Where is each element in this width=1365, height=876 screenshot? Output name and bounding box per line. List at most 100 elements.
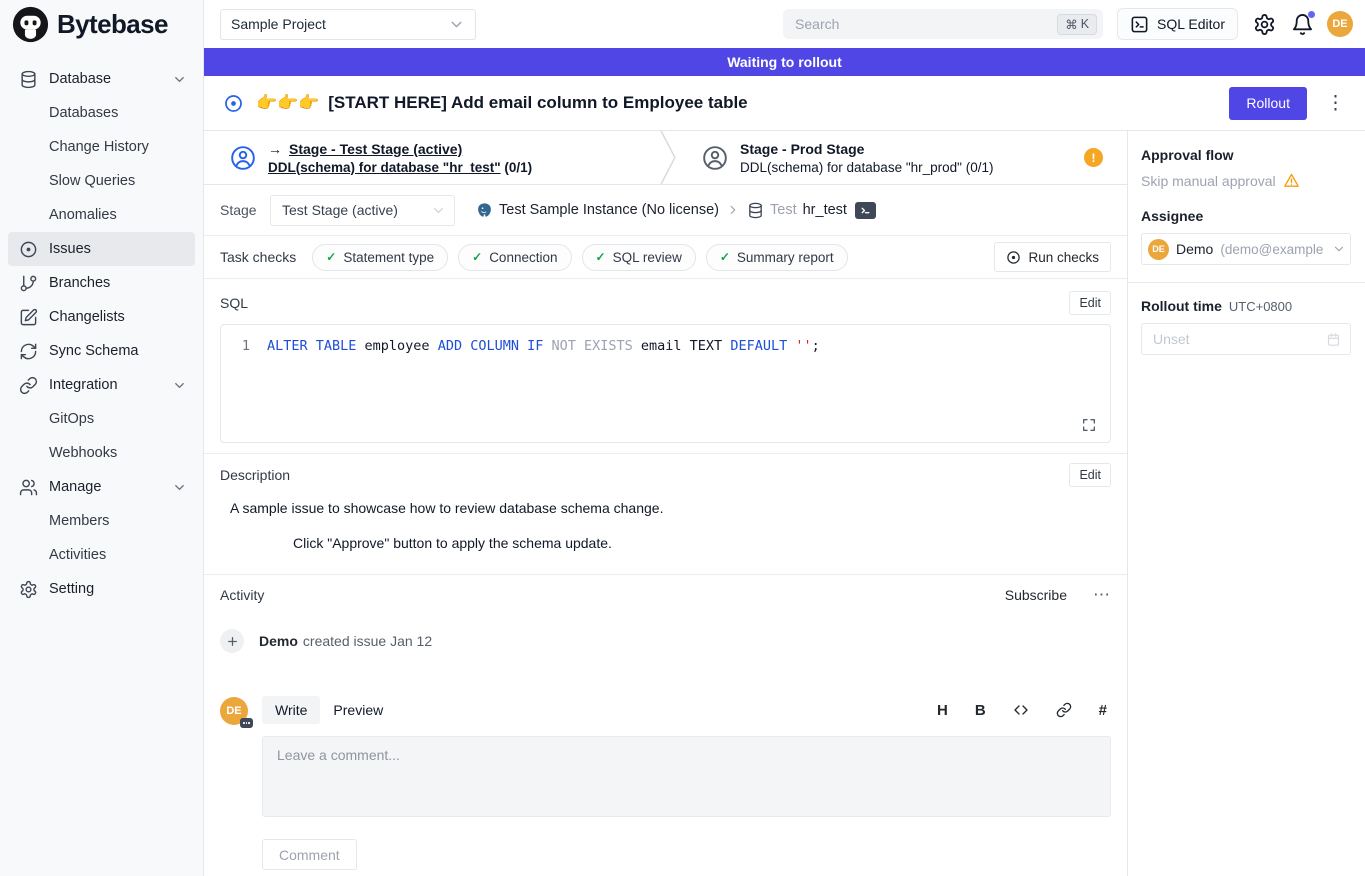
more-horizontal-icon[interactable]: ⋯ — [1093, 585, 1111, 605]
check-pass-icon: ✓ — [326, 250, 336, 264]
comment-submit-button[interactable]: Comment — [262, 839, 357, 870]
more-vertical-icon[interactable]: ⋮ — [1326, 94, 1345, 113]
sql-code-editor[interactable]: 1ALTER TABLE employee ADD COLUMN IF NOT … — [220, 324, 1111, 443]
settings-gear-button[interactable] — [1253, 13, 1276, 36]
stage-user-icon — [702, 145, 728, 171]
brand-logo[interactable]: Bytebase — [0, 0, 203, 48]
assignee-select[interactable]: DE Demo (demo@example — [1141, 233, 1351, 265]
stage-select[interactable]: Test Stage (active) — [270, 195, 455, 226]
project-selector[interactable]: Sample Project — [220, 9, 476, 40]
sidebar-item-gitops[interactable]: GitOps — [8, 402, 195, 436]
rollout-time-picker[interactable]: Unset — [1141, 323, 1351, 355]
sidebar-item-sync-schema[interactable]: Sync Schema — [8, 334, 195, 368]
command-key-icon: ⌘ — [1065, 17, 1078, 32]
sidebar-item-anomalies[interactable]: Anomalies — [8, 198, 195, 232]
tab-preview[interactable]: Preview — [320, 696, 396, 724]
stage-task: DDL(schema) for database "hr_prod" — [740, 160, 962, 175]
stage-select-value: Test Stage (active) — [282, 202, 398, 218]
rollout-time-label: Rollout time — [1141, 298, 1222, 314]
check-sql-review[interactable]: ✓SQL review — [582, 244, 696, 271]
panel-divider — [1128, 282, 1365, 283]
sidebar-item-changelists[interactable]: Changelists — [8, 300, 195, 334]
sidebar-item-label: Changelists — [49, 309, 125, 325]
sidebar-item-label: Anomalies — [49, 207, 117, 223]
main-column: Sample Project ⌘ K SQL Editor — [204, 0, 1365, 876]
check-pass-icon: ✓ — [472, 250, 482, 264]
subscribe-button[interactable]: Subscribe — [1005, 587, 1067, 603]
sql-token: NOT EXISTS — [552, 336, 633, 356]
activity-date: Jan 12 — [390, 633, 432, 649]
sql-editor-button[interactable]: SQL Editor — [1117, 8, 1238, 40]
rollout-button[interactable]: Rollout — [1229, 87, 1307, 120]
hash-icon[interactable]: # — [1099, 702, 1107, 719]
sidebar-item-slow-queries[interactable]: Slow Queries — [8, 164, 195, 198]
sidebar-item-change-history[interactable]: Change History — [8, 130, 195, 164]
search-input[interactable] — [795, 16, 1057, 32]
sql-token: DEFAULT — [730, 336, 787, 356]
sidebar-item-webhooks[interactable]: Webhooks — [8, 436, 195, 470]
code-icon[interactable] — [1013, 702, 1029, 718]
stage-pipeline: → Stage - Test Stage (active) DDL(schema… — [204, 131, 1127, 185]
sql-token: ; — [812, 336, 820, 356]
check-statement-type[interactable]: ✓Statement type — [312, 244, 448, 271]
comment-input[interactable] — [262, 736, 1111, 817]
sidebar-item-setting[interactable]: Setting — [8, 572, 195, 606]
issue-title: 👉👉👉 [START HERE] Add email column to Emp… — [256, 93, 748, 113]
tab-write[interactable]: Write — [262, 696, 320, 724]
topbar: Sample Project ⌘ K SQL Editor — [204, 0, 1365, 48]
stage-select-row: Stage Test Stage (active) Test Sample In… — [204, 185, 1127, 235]
check-summary-report[interactable]: ✓Summary report — [706, 244, 848, 271]
sidebar-item-database[interactable]: Database — [8, 62, 195, 96]
sidebar-item-branches[interactable]: Branches — [8, 266, 195, 300]
sidebar-item-label: Manage — [49, 479, 101, 495]
description-edit-button[interactable]: Edit — [1069, 463, 1111, 487]
calendar-icon — [1326, 332, 1341, 347]
sidebar-item-activities[interactable]: Activities — [8, 538, 195, 572]
sidebar-item-issues[interactable]: Issues — [8, 232, 195, 266]
instance-name[interactable]: Test Sample Instance (No license) — [499, 202, 719, 218]
changelist-pen-icon — [19, 308, 38, 327]
database-name[interactable]: hr_test — [803, 202, 847, 218]
chevron-down-icon — [172, 480, 187, 495]
link-icon[interactable] — [1056, 702, 1072, 718]
sidebar-item-label: Setting — [49, 581, 94, 597]
comment-editor: DE Write Preview H B — [220, 695, 1111, 870]
bold-icon[interactable]: B — [975, 702, 986, 719]
run-icon — [1006, 250, 1021, 265]
environment-name: Test — [770, 202, 797, 218]
open-sql-editor-icon[interactable] — [855, 202, 876, 219]
stage-name: Stage - Prod Stage — [740, 141, 864, 157]
sidebar-item-manage[interactable]: Manage — [8, 470, 195, 504]
stage-warning-badge: ! — [1084, 148, 1103, 167]
pipeline-stage-prod[interactable]: Stage - Prod Stage DDL(schema) for datab… — [678, 131, 1127, 184]
sidebar-item-label: Activities — [49, 547, 106, 563]
global-search[interactable]: ⌘ K — [783, 9, 1103, 39]
sidebar-item-label: Database — [49, 71, 111, 87]
sidebar-item-integration[interactable]: Integration — [8, 368, 195, 402]
sql-edit-button[interactable]: Edit — [1069, 291, 1111, 315]
pipeline-stage-test[interactable]: → Stage - Test Stage (active) DDL(schema… — [204, 131, 660, 184]
comment-avatar: DE — [220, 697, 248, 725]
sql-token: '' — [795, 336, 811, 356]
sql-token — [543, 336, 551, 356]
user-avatar[interactable]: DE — [1327, 11, 1353, 37]
sql-token: ALTER TABLE — [267, 336, 356, 356]
heading-icon[interactable]: H — [937, 702, 948, 719]
database-icon — [747, 202, 764, 219]
run-checks-button[interactable]: Run checks — [994, 242, 1111, 272]
topbar-right: ⌘ K SQL Editor DE — [783, 8, 1353, 40]
sidebar-item-members[interactable]: Members — [8, 504, 195, 538]
notifications-bell-button[interactable] — [1291, 13, 1314, 36]
chevron-down-icon — [172, 72, 187, 87]
sidebar-item-label: Change History — [49, 139, 149, 155]
check-pass-icon: ✓ — [720, 250, 730, 264]
sidebar-item-databases[interactable]: Databases — [8, 96, 195, 130]
sql-token: email TEXT — [633, 336, 731, 356]
check-connection[interactable]: ✓Connection — [458, 244, 571, 271]
pointing-hand-emoji: 👉👉👉 — [256, 93, 320, 112]
activity-entry: Democreated issue Jan 12 — [220, 629, 1111, 653]
description-text: A sample issue to showcase how to review… — [230, 500, 1111, 516]
task-checks-label: Task checks — [220, 249, 296, 265]
expand-fullscreen-icon[interactable] — [1081, 417, 1097, 433]
chevron-down-icon — [172, 378, 187, 393]
